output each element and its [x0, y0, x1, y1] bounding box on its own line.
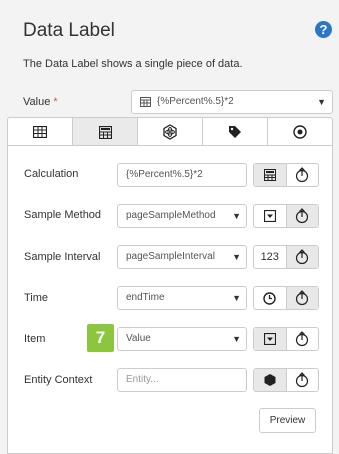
stopwatch-icon	[296, 290, 309, 306]
chevron-down-icon: ▼	[317, 97, 326, 107]
panel-title: Data Label	[23, 20, 115, 41]
atom-icon	[163, 124, 177, 140]
entity-mode-button[interactable]	[254, 369, 287, 391]
tab-options[interactable]	[268, 118, 332, 146]
stopwatch-icon	[296, 249, 309, 265]
entity-context-buttons	[253, 368, 319, 392]
value-select[interactable]: {%Percent%.5}*2 ▼	[131, 90, 333, 114]
help-icon[interactable]: ?	[315, 21, 332, 38]
stopwatch-icon	[296, 208, 309, 224]
time-buttons	[253, 286, 319, 310]
sample-method-select[interactable]: pageSampleMethod ▼	[117, 204, 247, 228]
clock-icon	[263, 291, 276, 305]
stopwatch-icon	[296, 372, 309, 388]
tab-bar	[7, 117, 333, 146]
chevron-down-icon: ▼	[232, 252, 241, 262]
numeric-mode-button[interactable]: 123	[254, 246, 287, 268]
chevron-down-icon: ▼	[232, 211, 241, 221]
stopwatch-icon	[296, 331, 309, 347]
radio-target-icon	[293, 125, 307, 139]
sample-interval-buttons: 123	[253, 245, 319, 269]
calculator-icon	[140, 97, 151, 107]
chevron-down-icon: ▼	[232, 293, 241, 303]
bind-button[interactable]	[286, 287, 318, 309]
tab-table[interactable]	[8, 118, 73, 146]
calculator-button[interactable]	[254, 164, 287, 186]
dropdown-mode-button[interactable]	[254, 205, 287, 227]
dropdown-box-icon	[263, 333, 276, 345]
calculation-buttons	[253, 163, 319, 187]
chevron-down-icon: ▼	[232, 334, 241, 344]
calculation-input[interactable]: {%Percent%.5}*2	[117, 163, 247, 187]
item-select[interactable]: Value ▼	[117, 327, 247, 351]
hexagon-icon	[264, 374, 276, 386]
sample-method-buttons	[253, 204, 319, 228]
item-label: Item	[24, 333, 46, 345]
dropdown-box-icon	[263, 210, 276, 222]
bind-button[interactable]	[287, 369, 319, 391]
calculation-label: Calculation	[24, 168, 79, 180]
entity-context-label: Entity Context	[24, 374, 93, 386]
bind-button[interactable]	[286, 205, 318, 227]
sample-interval-select[interactable]: pageSampleInterval ▼	[117, 245, 247, 269]
time-label: Time	[24, 292, 49, 304]
sample-method-label: Sample Method	[24, 209, 102, 221]
dropdown-mode-button[interactable]	[254, 328, 287, 350]
value-label: Value *	[23, 96, 58, 108]
clock-mode-button[interactable]	[254, 287, 287, 309]
preview-button[interactable]: Preview	[259, 408, 316, 433]
bind-button[interactable]	[287, 164, 319, 186]
bind-button[interactable]	[286, 246, 318, 268]
calculator-icon	[98, 125, 112, 139]
calculator-icon	[263, 169, 276, 181]
data-label-panel: Data Label ? The Data Label shows a sing…	[0, 0, 339, 454]
tab-tags[interactable]	[203, 118, 268, 146]
tab-calculation[interactable]	[73, 118, 138, 146]
value-select-text: {%Percent%.5}*2	[157, 96, 234, 107]
callout-badge: 7	[87, 324, 114, 352]
table-icon	[33, 126, 47, 138]
tab-entity[interactable]	[138, 118, 203, 146]
time-select[interactable]: endTime ▼	[117, 286, 247, 310]
bind-button[interactable]	[287, 328, 319, 350]
stopwatch-icon	[296, 167, 309, 183]
panel-description: The Data Label shows a single piece of d…	[23, 58, 243, 70]
required-marker: *	[53, 96, 58, 108]
item-buttons	[253, 327, 319, 351]
sample-interval-label: Sample Interval	[24, 251, 101, 263]
entity-context-input[interactable]: Entity...	[117, 368, 247, 392]
tag-icon	[229, 126, 241, 138]
